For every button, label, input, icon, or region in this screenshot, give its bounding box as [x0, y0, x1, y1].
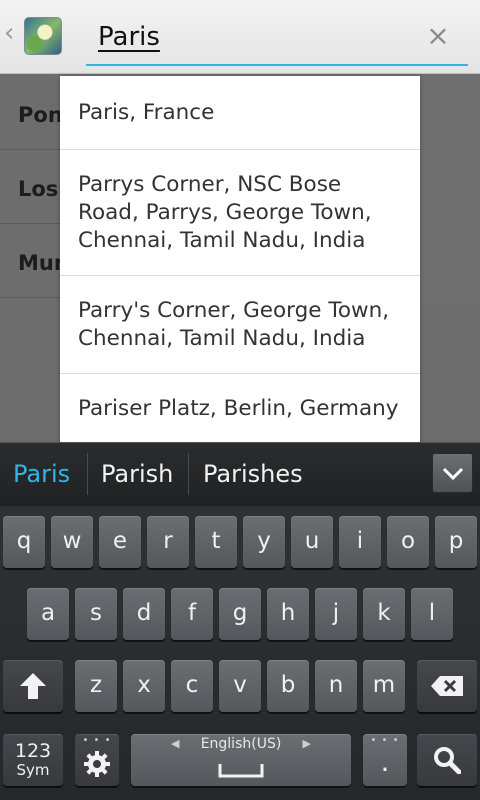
key-l[interactable]: l [411, 588, 453, 640]
key-h[interactable]: h [267, 588, 309, 640]
period-key-label: . [380, 745, 390, 778]
key-k[interactable]: k [363, 588, 405, 640]
key-x[interactable]: x [123, 660, 165, 712]
candidate-word[interactable]: Parish [101, 443, 173, 505]
key-j[interactable]: j [315, 588, 357, 640]
more-dots-icon: • • • [82, 735, 112, 746]
gear-icon [84, 751, 110, 777]
key-area: q w e r t y u i o p a s d f g h j k l z … [0, 506, 480, 800]
search-input[interactable] [98, 16, 408, 58]
candidate-bar: Paris Parish Parishes [0, 442, 480, 506]
candidate-word[interactable]: Paris [13, 443, 70, 505]
close-icon[interactable]: × [424, 20, 452, 52]
shift-key[interactable] [3, 660, 63, 712]
backspace-icon [431, 676, 463, 696]
key-c[interactable]: c [171, 660, 213, 712]
settings-key[interactable]: • • • [75, 734, 119, 786]
key-m[interactable]: m [363, 660, 405, 712]
app-icon[interactable] [24, 17, 62, 55]
key-q[interactable]: q [3, 516, 45, 568]
key-o[interactable]: o [387, 516, 429, 568]
chevron-down-icon [442, 467, 464, 481]
search-icon [434, 747, 461, 774]
key-f[interactable]: f [171, 588, 213, 640]
space-icon [218, 764, 264, 778]
key-w[interactable]: w [51, 516, 93, 568]
key-a[interactable]: a [27, 588, 69, 640]
key-e[interactable]: e [99, 516, 141, 568]
arrow-right-icon: ▶ [302, 737, 311, 750]
key-p[interactable]: p [435, 516, 477, 568]
chevron-left-icon[interactable]: ‹ [4, 18, 14, 48]
background-panel [420, 76, 480, 304]
suggestion-dropdown: Paris, France Parrys Corner, NSC Bose Ro… [60, 76, 420, 442]
key-v[interactable]: v [219, 660, 261, 712]
symbols-key-label-bottom: Sym [16, 761, 50, 779]
divider [188, 453, 189, 495]
key-z[interactable]: z [75, 660, 117, 712]
key-y[interactable]: y [243, 516, 285, 568]
key-g[interactable]: g [219, 588, 261, 640]
suggestion-item[interactable]: Parrys Corner, NSC Bose Road, Parrys, Ge… [60, 150, 420, 276]
collapse-candidates-button[interactable] [432, 453, 473, 493]
action-bar: ‹ × [0, 0, 480, 74]
suggestion-item[interactable]: Pariser Platz, Berlin, Germany [60, 374, 420, 442]
divider [87, 453, 88, 495]
space-bar-language: English(US) [200, 736, 282, 752]
candidate-word[interactable]: Parishes [203, 443, 303, 505]
key-i[interactable]: i [339, 516, 381, 568]
key-u[interactable]: u [291, 516, 333, 568]
key-t[interactable]: t [195, 516, 237, 568]
search-field[interactable]: × [86, 16, 468, 66]
symbols-key[interactable]: 123 Sym [3, 734, 63, 786]
backspace-key[interactable] [417, 660, 477, 712]
suggestion-item[interactable]: Parry's Corner, George Town, Chennai, Ta… [60, 276, 420, 374]
symbols-key-label-top: 123 [14, 740, 52, 762]
key-b[interactable]: b [267, 660, 309, 712]
shift-arrow-icon [20, 673, 46, 699]
key-n[interactable]: n [315, 660, 357, 712]
suggestion-item[interactable]: Paris, France [60, 76, 420, 150]
more-dots-icon: • • • [370, 735, 400, 746]
key-d[interactable]: d [123, 588, 165, 640]
key-r[interactable]: r [147, 516, 189, 568]
space-bar[interactable]: ◀ English(US) ▶ [131, 734, 351, 786]
key-s[interactable]: s [75, 588, 117, 640]
soft-keyboard: Paris Parish Parishes q w e r t y u i o … [0, 442, 480, 800]
search-key[interactable] [417, 734, 477, 786]
period-key[interactable]: • • • . [363, 734, 407, 786]
